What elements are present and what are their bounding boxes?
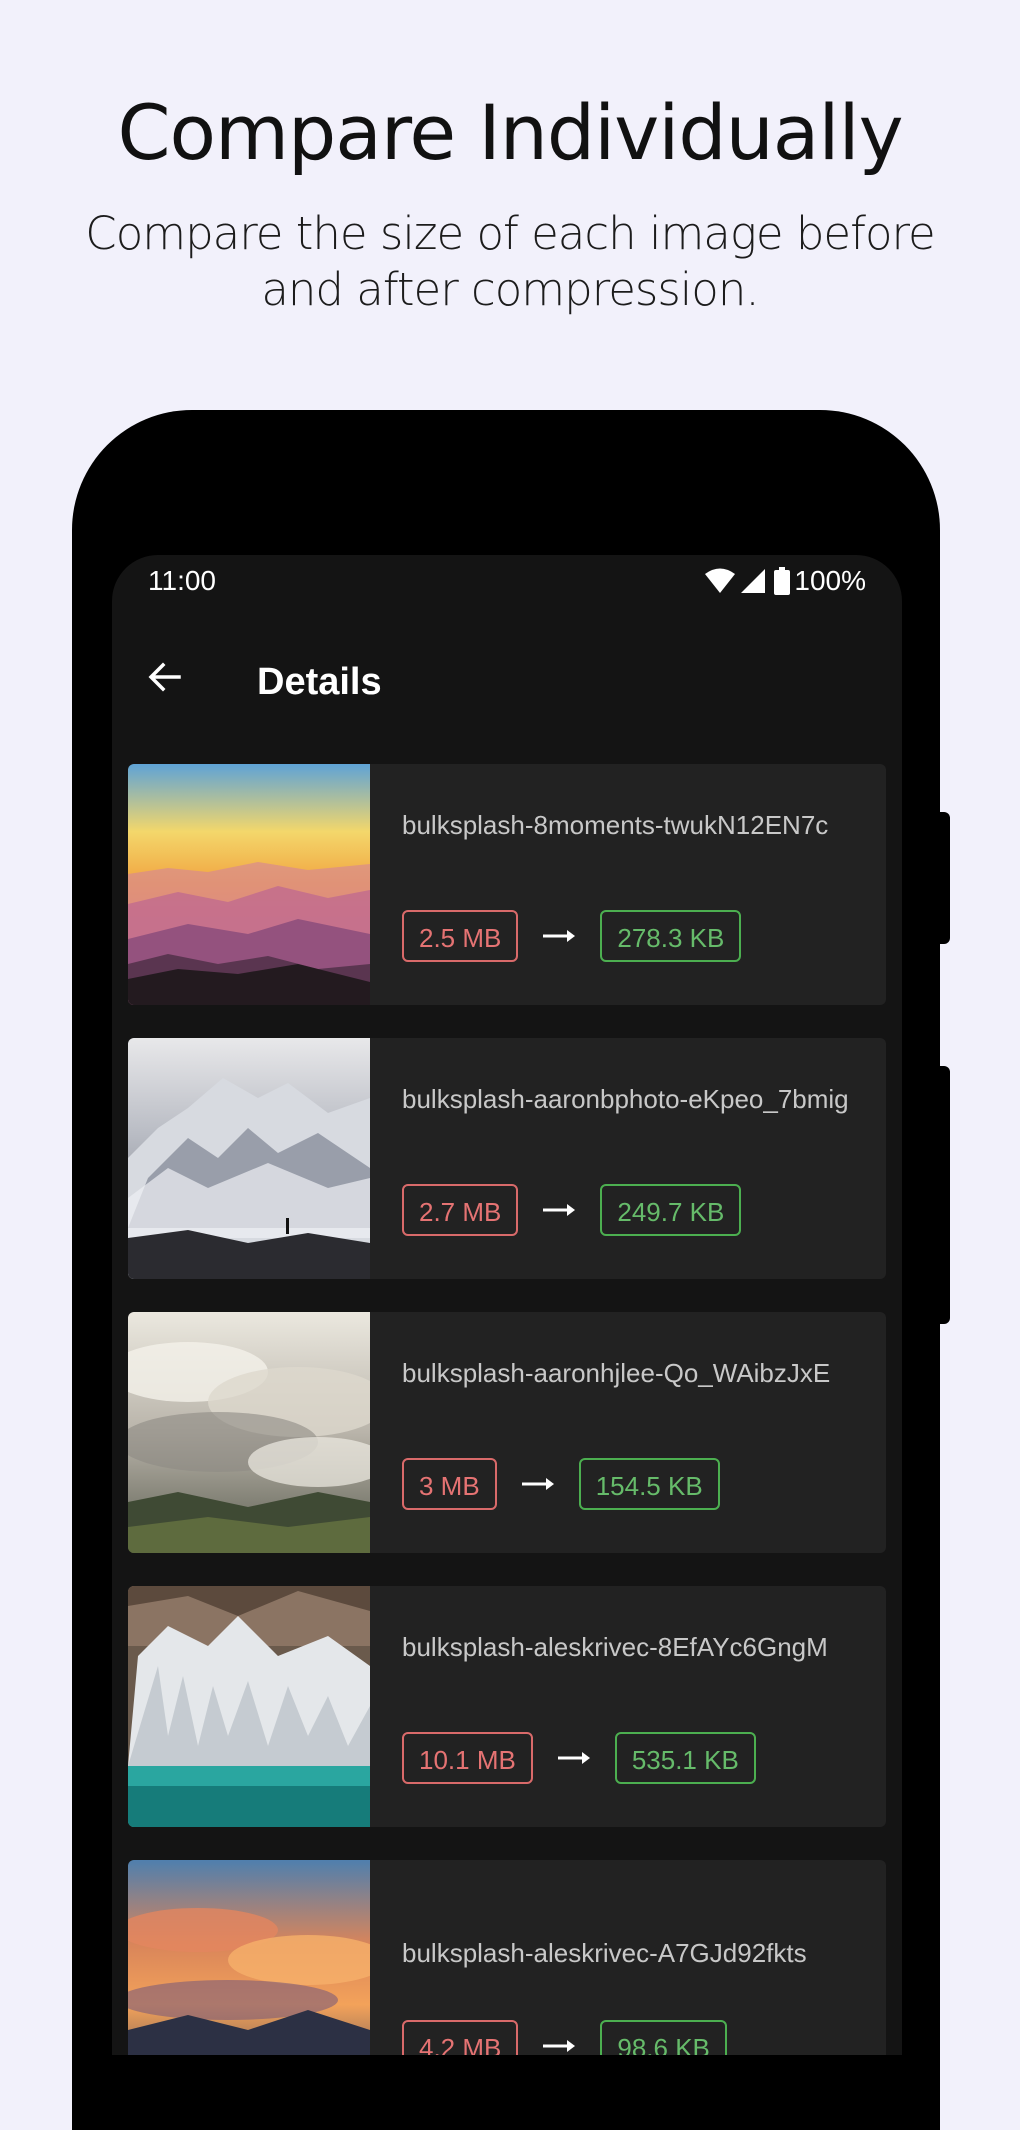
original-size-badge: 10.1 MB [402,1732,533,1784]
status-bar: 11:00 100% [112,555,902,605]
compressed-size-badge: 98.6 KB [600,2020,727,2055]
original-size-badge: 4.2 MB [402,2020,519,2055]
original-size-badge: 2.5 MB [402,910,519,962]
frozen-waterfall-thumbnail [128,1586,370,1827]
image-card[interactable]: bulksplash-aleskrivec-8EfAYc6GngM 10.1 M… [128,1586,886,1827]
size-comparison: 3 MB 154.5 KB [402,1458,720,1510]
arrow-right-icon [518,2039,600,2053]
status-icons: 100% [704,565,866,597]
promo-subtitle: Compare the size of each image before an… [85,207,935,316]
image-name: bulksplash-aleskrivec-A7GJd92fkts [402,1938,807,1968]
promo-title: Compare Individually [117,88,903,177]
arrow-right-icon [518,929,600,943]
original-size-badge: 2.7 MB [402,1184,519,1236]
original-size-badge: 3 MB [402,1458,497,1510]
image-name: bulksplash-aaronhjlee-Qo_WAibzJxE [402,1358,831,1388]
cell-signal-icon [740,568,766,594]
mountain-sunset-thumbnail [128,764,370,1005]
image-card[interactable]: bulksplash-8moments-twukN12EN7c 2.5 MB 2… [128,764,886,1005]
arrow-right-icon [518,1203,600,1217]
image-card[interactable]: bulksplash-aleskrivec-A7GJd92fkts 4.2 MB… [128,1860,886,2055]
status-time: 11:00 [148,565,216,596]
phone-side-button [936,812,950,944]
clouds-over-valley-thumbnail [128,1312,370,1553]
screen-title: Details [257,661,382,703]
image-name: bulksplash-8moments-twukN12EN7c [402,810,829,840]
image-card[interactable]: bulksplash-aaronbphoto-eKpeo_7bmig 2.7 M… [128,1038,886,1279]
app-bar: Details [112,625,902,735]
size-comparison: 4.2 MB 98.6 KB [402,2020,727,2055]
wifi-icon [704,568,736,594]
back-button[interactable] [136,651,192,707]
app-screen: 11:00 100% Details bulksplash-8moments-t… [112,555,902,2055]
compressed-size-badge: 249.7 KB [600,1184,742,1236]
size-comparison: 2.5 MB 278.3 KB [402,910,742,962]
size-comparison: 10.1 MB 535.1 KB [402,1732,756,1784]
size-comparison: 2.7 MB 249.7 KB [402,1184,742,1236]
image-list: bulksplash-8moments-twukN12EN7c 2.5 MB 2… [128,764,886,2055]
sunset-clouds-thumbnail [128,1860,370,2055]
battery-percentage: 100% [794,565,866,596]
phone-volume-button [936,1066,950,1324]
image-card[interactable]: bulksplash-aaronhjlee-Qo_WAibzJxE 3 MB 1… [128,1312,886,1553]
compressed-size-badge: 154.5 KB [578,1458,720,1510]
compressed-size-badge: 535.1 KB [614,1732,756,1784]
battery-icon [774,567,791,595]
image-name: bulksplash-aleskrivec-8EfAYc6GngM [402,1632,828,1662]
image-name: bulksplash-aaronbphoto-eKpeo_7bmig [402,1084,849,1114]
arrow-back-icon [146,659,182,699]
snowy-mountain-thumbnail [128,1038,370,1279]
compressed-size-badge: 278.3 KB [600,910,742,962]
arrow-right-icon [533,1751,615,1765]
arrow-right-icon [497,1477,579,1491]
